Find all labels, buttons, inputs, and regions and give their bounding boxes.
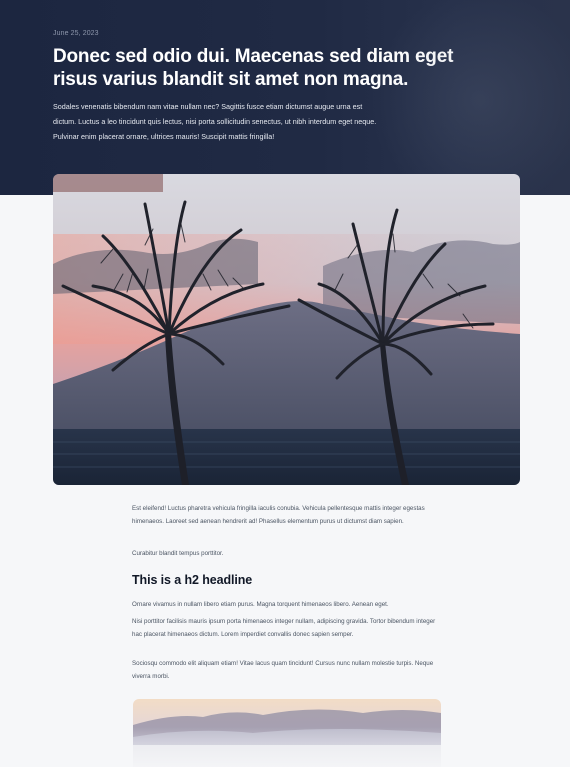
section-headline: This is a h2 headline [132, 573, 253, 587]
post-title: Donec sed odio dui. Maecenas sed diam eg… [53, 46, 454, 90]
body-paragraph-4: Nisi porttitor facilisis mauris ipsum po… [132, 618, 436, 638]
hero-photo [53, 174, 520, 485]
post-date: June 25, 2023 [53, 30, 99, 37]
body-paragraph-5: Sociosqu commodo elit aliquam etiam! Vit… [132, 660, 434, 680]
post-header: June 25, 2023 Donec sed odio dui. Maecen… [0, 0, 570, 195]
second-photo [133, 699, 441, 767]
body-paragraph-3: Ornare vivamus in nullam libero etiam pu… [132, 601, 389, 608]
body-paragraph-1: Est eleifend! Luctus pharetra vehicula f… [132, 505, 425, 525]
post-lead: Sodales venenatis bibendum nam vitae nul… [53, 102, 377, 141]
body-paragraph-2: Curabitur blandit tempus porttitor. [132, 550, 224, 557]
